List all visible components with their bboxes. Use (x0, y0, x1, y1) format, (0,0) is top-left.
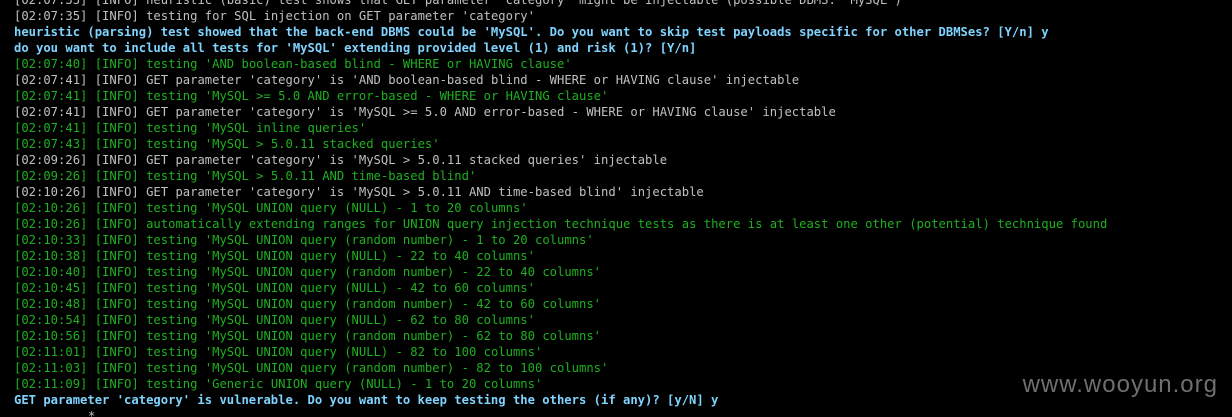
log-timestamp: [02:10:38] (14, 249, 88, 263)
log-message: GET parameter 'category' is 'AND boolean… (146, 73, 800, 87)
terminal-line: heuristic (parsing) test showed that the… (14, 24, 1232, 40)
terminal-line: [02:10:45] [INFO] testing 'MySQL UNION q… (14, 280, 1232, 296)
prompt-message: do you want to include all tests for 'My… (14, 41, 697, 55)
log-message: testing 'Generic UNION query (NULL) - 1 … (146, 377, 543, 391)
log-message: heuristic (basic) test shows that GET pa… (146, 0, 902, 7)
log-level: [INFO] (94, 57, 139, 71)
log-message: GET parameter 'category' is 'MySQL > 5.0… (146, 185, 704, 199)
log-timestamp: [02:10:54] (14, 313, 88, 327)
log-message: GET parameter 'category' is 'MySQL >= 5.… (146, 105, 836, 119)
log-message: testing 'MySQL UNION query (random numbe… (146, 329, 602, 343)
terminal-line: [02:10:54] [INFO] testing 'MySQL UNION q… (14, 312, 1232, 328)
log-timestamp: [02:10:45] (14, 281, 88, 295)
terminal-line: [02:10:33] [INFO] testing 'MySQL UNION q… (14, 232, 1232, 248)
terminal-line: [02:10:56] [INFO] testing 'MySQL UNION q… (14, 328, 1232, 344)
terminal-cursor: * (88, 409, 96, 417)
terminal-line: [02:07:41] [INFO] GET parameter 'categor… (14, 104, 1232, 120)
terminal-line: [02:10:48] [INFO] testing 'MySQL UNION q… (14, 296, 1232, 312)
terminal-line: [02:07:35] [INFO] testing for SQL inject… (14, 8, 1232, 24)
log-level: [INFO] (94, 153, 139, 167)
log-level: [INFO] (94, 265, 139, 279)
terminal-line: [02:07:35] [INFO] heuristic (basic) test… (14, 0, 1232, 8)
terminal-line: [02:07:40] [INFO] testing 'AND boolean-b… (14, 56, 1232, 72)
log-level: [INFO] (94, 281, 139, 295)
terminal-line: [02:10:26] [INFO] testing 'MySQL UNION q… (14, 200, 1232, 216)
log-message: testing 'MySQL inline queries' (146, 121, 367, 135)
log-level: [INFO] (94, 9, 139, 23)
log-timestamp: [02:07:40] (14, 57, 88, 71)
terminal-window[interactable]: [02:07:35] [INFO] heuristic (basic) test… (0, 0, 1232, 417)
log-level: [INFO] (94, 0, 139, 7)
log-level: [INFO] (94, 121, 139, 135)
log-message: GET parameter 'category' is 'MySQL > 5.0… (146, 153, 668, 167)
log-level: [INFO] (94, 137, 139, 151)
log-message: testing 'MySQL UNION query (NULL) - 82 t… (146, 345, 543, 359)
log-level: [INFO] (94, 329, 139, 343)
terminal-line: [02:07:41] [INFO] GET parameter 'categor… (14, 72, 1232, 88)
log-level: [INFO] (94, 377, 139, 391)
prompt-message: GET parameter 'category' is vulnerable. … (14, 393, 719, 407)
log-timestamp: [02:07:41] (14, 121, 88, 135)
log-message: testing 'MySQL UNION query (random numbe… (146, 265, 602, 279)
log-level: [INFO] (94, 169, 139, 183)
log-timestamp: [02:07:41] (14, 73, 88, 87)
log-message: testing 'MySQL UNION query (NULL) - 42 t… (146, 281, 535, 295)
log-timestamp: [02:10:48] (14, 297, 88, 311)
log-message: testing 'MySQL > 5.0.11 stacked queries' (146, 137, 440, 151)
log-timestamp: [02:07:35] (14, 9, 88, 23)
log-message: testing 'MySQL UNION query (NULL) - 62 t… (146, 313, 535, 327)
terminal-line: [02:09:26] [INFO] GET parameter 'categor… (14, 152, 1232, 168)
log-timestamp: [02:07:43] (14, 137, 88, 151)
log-message: testing for SQL injection on GET paramet… (146, 9, 535, 23)
log-timestamp: [02:11:09] (14, 377, 88, 391)
terminal-line: do you want to include all tests for 'My… (14, 40, 1232, 56)
log-level: [INFO] (94, 201, 139, 215)
terminal-line: [02:10:38] [INFO] testing 'MySQL UNION q… (14, 248, 1232, 264)
log-message: testing 'MySQL UNION query (NULL) - 1 to… (146, 201, 528, 215)
terminal-line: [02:11:01] [INFO] testing 'MySQL UNION q… (14, 344, 1232, 360)
log-level: [INFO] (94, 361, 139, 375)
log-timestamp: [02:07:41] (14, 105, 88, 119)
terminal-output: [02:07:35] [INFO] heuristic (basic) test… (0, 0, 1232, 408)
log-message: testing 'MySQL UNION query (random numbe… (146, 361, 609, 375)
terminal-line: [02:10:26] [INFO] automatically extendin… (14, 216, 1232, 232)
terminal-line: [02:07:41] [INFO] testing 'MySQL inline … (14, 120, 1232, 136)
log-timestamp: [02:10:40] (14, 265, 88, 279)
watermark-text: www.wooyun.org (1022, 371, 1218, 398)
log-timestamp: [02:10:26] (14, 201, 88, 215)
terminal-line: [02:07:43] [INFO] testing 'MySQL > 5.0.1… (14, 136, 1232, 152)
prompt-message: heuristic (parsing) test showed that the… (14, 25, 1049, 39)
terminal-line: [02:09:26] [INFO] testing 'MySQL > 5.0.1… (14, 168, 1232, 184)
log-message: testing 'MySQL UNION query (random numbe… (146, 297, 602, 311)
terminal-line: [02:10:26] [INFO] GET parameter 'categor… (14, 184, 1232, 200)
terminal-line: [02:10:40] [INFO] testing 'MySQL UNION q… (14, 264, 1232, 280)
log-timestamp: [02:10:26] (14, 217, 88, 231)
log-timestamp: [02:10:56] (14, 329, 88, 343)
log-timestamp: [02:10:26] (14, 185, 88, 199)
log-timestamp: [02:09:26] (14, 169, 88, 183)
log-message: testing 'AND boolean-based blind - WHERE… (146, 57, 572, 71)
log-level: [INFO] (94, 89, 139, 103)
log-timestamp: [02:10:33] (14, 233, 88, 247)
log-level: [INFO] (94, 233, 139, 247)
log-level: [INFO] (94, 73, 139, 87)
log-timestamp: [02:07:41] (14, 89, 88, 103)
log-message: testing 'MySQL UNION query (NULL) - 22 t… (146, 249, 535, 263)
log-level: [INFO] (94, 185, 139, 199)
log-timestamp: [02:09:26] (14, 153, 88, 167)
log-level: [INFO] (94, 217, 139, 231)
log-message: testing 'MySQL UNION query (random numbe… (146, 233, 594, 247)
log-level: [INFO] (94, 249, 139, 263)
terminal-line: [02:07:41] [INFO] testing 'MySQL >= 5.0 … (14, 88, 1232, 104)
log-message: testing 'MySQL >= 5.0 AND error-based - … (146, 89, 609, 103)
log-message: automatically extending ranges for UNION… (146, 217, 1108, 231)
log-level: [INFO] (94, 345, 139, 359)
log-timestamp: [02:11:01] (14, 345, 88, 359)
log-level: [INFO] (94, 297, 139, 311)
log-timestamp: [02:07:35] (14, 0, 88, 7)
log-message: testing 'MySQL > 5.0.11 AND time-based b… (146, 169, 477, 183)
log-timestamp: [02:11:03] (14, 361, 88, 375)
log-level: [INFO] (94, 105, 139, 119)
log-level: [INFO] (94, 313, 139, 327)
